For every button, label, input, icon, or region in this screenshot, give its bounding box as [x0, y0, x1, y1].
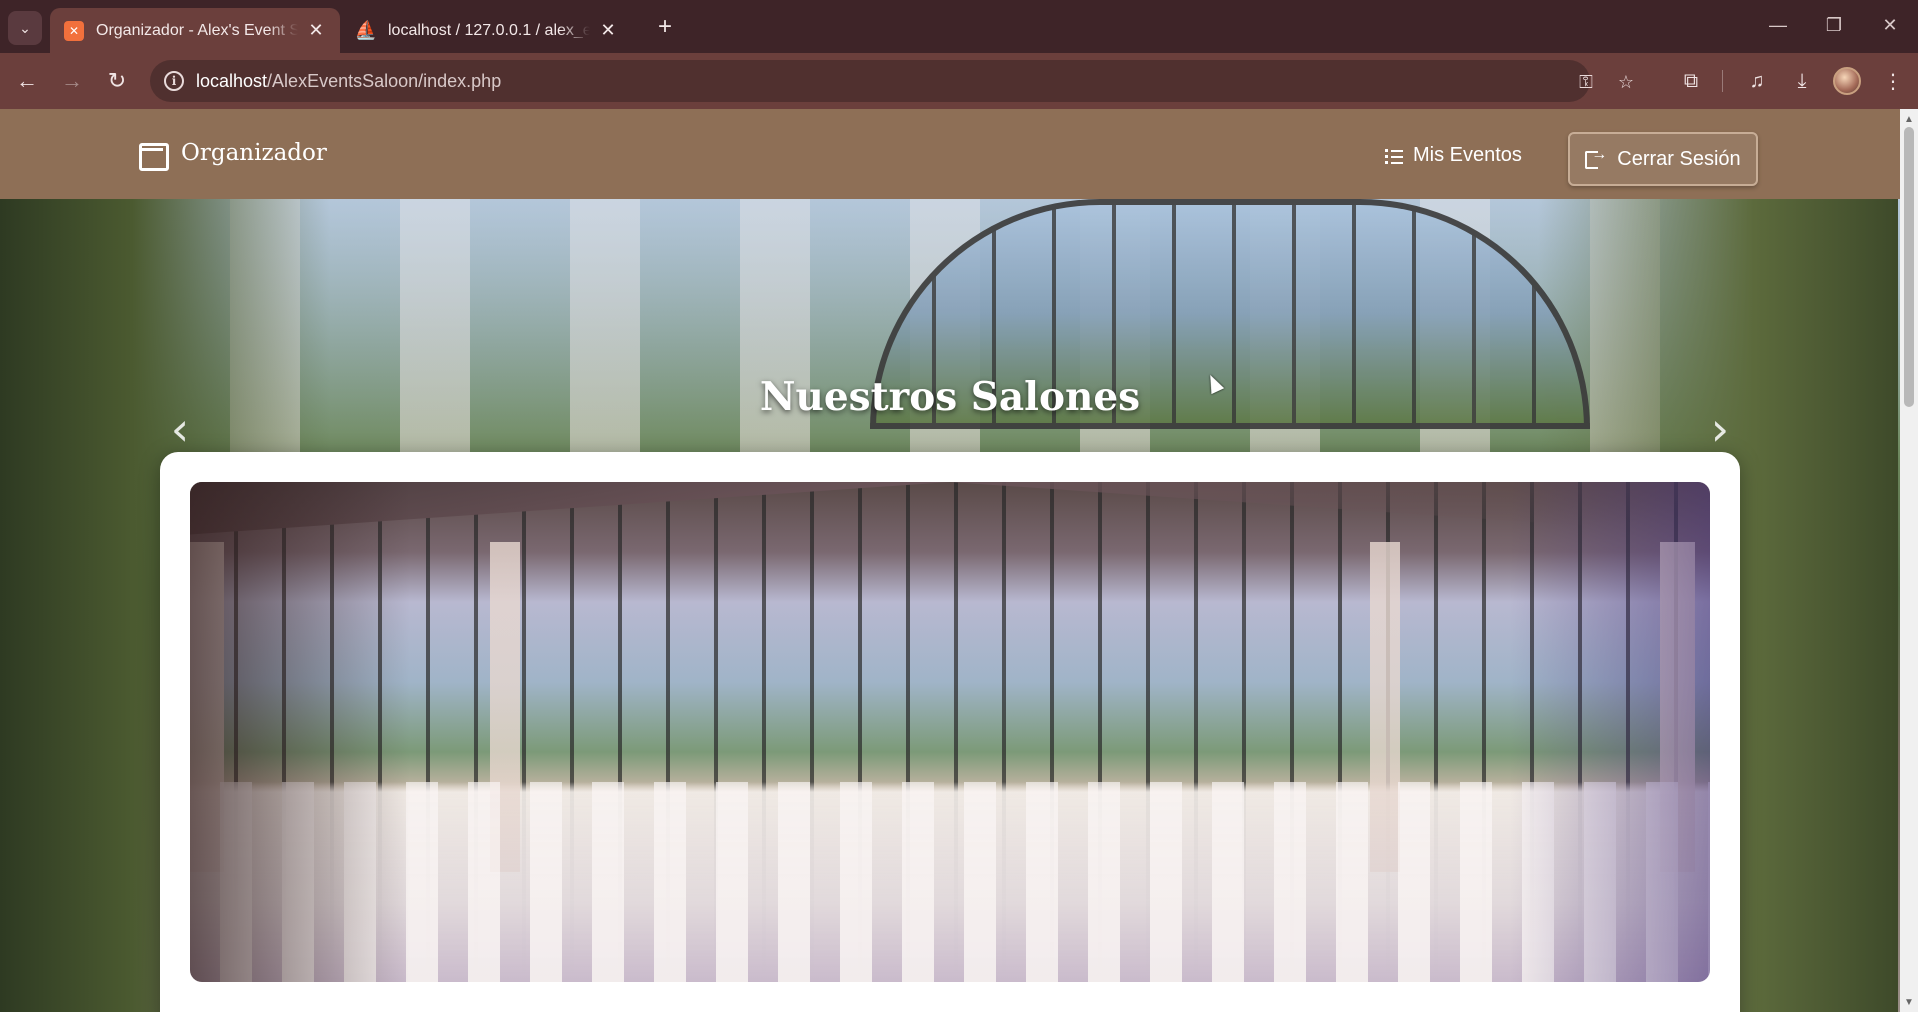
brand-title: Organizador: [181, 140, 327, 166]
section-title: Nuestros Salones: [759, 374, 1141, 420]
brand-link[interactable]: Organizador: [137, 139, 327, 171]
calendar-icon: [137, 139, 169, 171]
carousel-slide-image: [190, 482, 1710, 982]
logout-icon: [1585, 146, 1607, 169]
tab-search-chevron-icon[interactable]: ⌄: [8, 11, 42, 45]
list-icon: [1385, 147, 1403, 164]
phpmyadmin-icon: ⛵: [354, 20, 378, 40]
page-viewport: Organizador Mis Eventos Cerrar Sesión Nu…: [0, 109, 1918, 1012]
slide-tables-detail: [190, 782, 1710, 982]
nav-link-label: Mis Eventos: [1413, 144, 1522, 166]
address-bar[interactable]: i localhost/AlexEventsSaloon/index.php ⚿…: [150, 60, 1634, 102]
logout-label: Cerrar Sesión: [1617, 147, 1741, 170]
password-key-icon[interactable]: ⚿: [1574, 70, 1598, 94]
page-scrollbar[interactable]: ▲ ▼: [1900, 109, 1918, 1012]
tab-phpmyadmin[interactable]: ⛵ localhost / 127.0.0.1 / alex_even ✕: [342, 8, 632, 53]
tab-title: Organizador - Alex's Event Salo: [96, 21, 298, 39]
tab-organizador[interactable]: ✕ Organizador - Alex's Event Salo ✕: [50, 8, 340, 53]
profile-avatar[interactable]: [1833, 67, 1861, 95]
xampp-icon: ✕: [64, 20, 84, 41]
scroll-up-icon[interactable]: ▲: [1900, 111, 1918, 127]
close-window-button[interactable]: ✕: [1870, 10, 1910, 40]
reload-button[interactable]: ↻: [100, 64, 134, 98]
scroll-down-icon[interactable]: ▼: [1900, 994, 1918, 1010]
logout-button[interactable]: Cerrar Sesión: [1568, 132, 1758, 186]
carousel-next-button[interactable]: ›: [1700, 399, 1740, 459]
restore-button[interactable]: ❐: [1814, 10, 1854, 40]
extensions-puzzle-icon[interactable]: ⧉: [1674, 64, 1708, 98]
back-button[interactable]: ←: [10, 64, 44, 98]
media-controls-icon[interactable]: ♫: [1740, 64, 1774, 98]
carousel-prev-button[interactable]: ‹: [160, 399, 200, 459]
nav-link-mis-eventos[interactable]: Mis Eventos: [1385, 144, 1522, 167]
minimize-button[interactable]: —: [1758, 10, 1798, 40]
slide-shade-right: [1510, 482, 1710, 982]
site-info-icon[interactable]: i: [164, 71, 184, 91]
salon-carousel: [160, 452, 1740, 1012]
bookmark-star-icon[interactable]: ☆: [1614, 70, 1638, 94]
browser-menu-icon[interactable]: ⋮: [1876, 64, 1910, 98]
toolbar-separator: [1722, 70, 1723, 92]
tab-title: localhost / 127.0.0.1 / alex_even: [388, 21, 590, 39]
new-tab-button[interactable]: +: [650, 12, 680, 42]
site-navbar: Organizador Mis Eventos Cerrar Sesión: [0, 109, 1918, 199]
forward-button[interactable]: →: [55, 64, 89, 98]
browser-toolbar: ← → ↻ i localhost/AlexEventsSaloon/index…: [0, 53, 1918, 109]
url-text[interactable]: localhost/AlexEventsSaloon/index.php: [196, 71, 501, 92]
scrollbar-thumb[interactable]: [1904, 127, 1914, 407]
tab-close-icon[interactable]: ✕: [598, 20, 618, 41]
download-icon[interactable]: ⤓: [1785, 64, 1819, 98]
tab-close-icon[interactable]: ✕: [306, 20, 326, 41]
browser-tabstrip: ⌄ ✕ Organizador - Alex's Event Salo ✕ ⛵ …: [0, 0, 1918, 53]
slide-shade-left: [190, 482, 410, 982]
